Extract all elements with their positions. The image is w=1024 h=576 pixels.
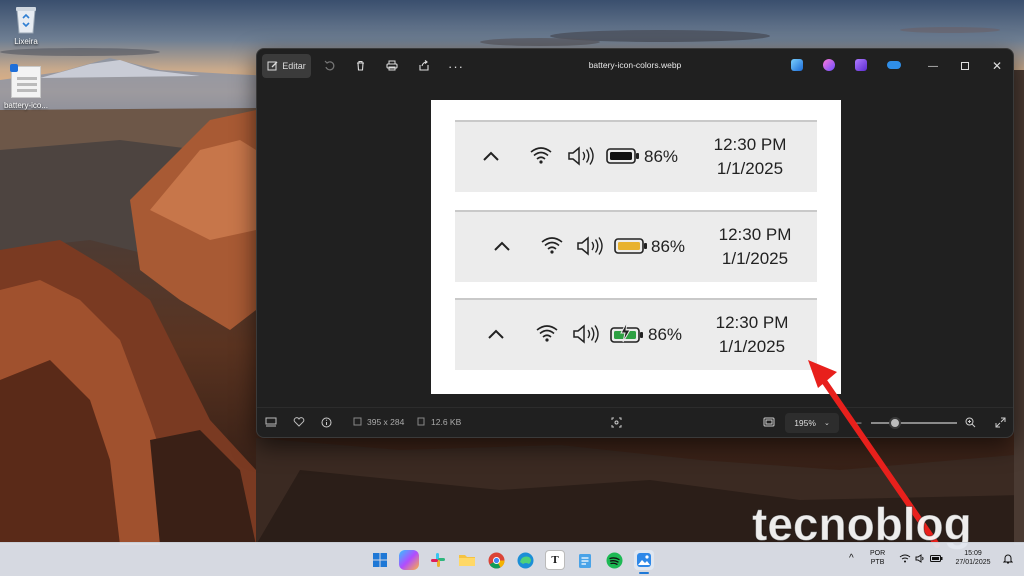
language-code: POR — [870, 550, 886, 557]
keyboard-layout: PTB — [870, 559, 885, 566]
slack-icon[interactable] — [428, 550, 448, 570]
tray-battery-icon[interactable] — [930, 555, 943, 565]
spotify-icon[interactable] — [604, 550, 624, 570]
system-date: 27/01/2025 — [955, 559, 991, 566]
taskbar: T ^ POR PTB 15:09 27/01/2025 — [0, 542, 1024, 576]
notepad-icon[interactable] — [575, 550, 595, 570]
chrome-icon[interactable] — [486, 550, 506, 570]
start-icon — [373, 553, 387, 567]
system-time: 15:09 — [964, 550, 982, 557]
red-annotation-arrow — [808, 360, 940, 548]
tray-volume-icon[interactable] — [915, 554, 925, 566]
copilot-icon[interactable] — [399, 550, 419, 570]
tray-wifi-icon[interactable] — [899, 554, 911, 566]
active-app-indicator — [639, 572, 649, 574]
edge-icon[interactable] — [515, 550, 535, 570]
show-hidden-icons-chevron-up-icon[interactable]: ^ — [849, 554, 854, 564]
typora-icon[interactable]: T — [545, 550, 565, 570]
notifications-bell-icon[interactable] — [1002, 553, 1014, 567]
file-explorer-icon[interactable] — [457, 550, 477, 570]
input-language-indicator[interactable]: POR PTB — [870, 549, 885, 567]
start-button[interactable] — [370, 550, 390, 570]
system-clock[interactable]: 15:09 27/01/2025 — [949, 549, 997, 567]
photos-icon[interactable] — [634, 550, 654, 570]
